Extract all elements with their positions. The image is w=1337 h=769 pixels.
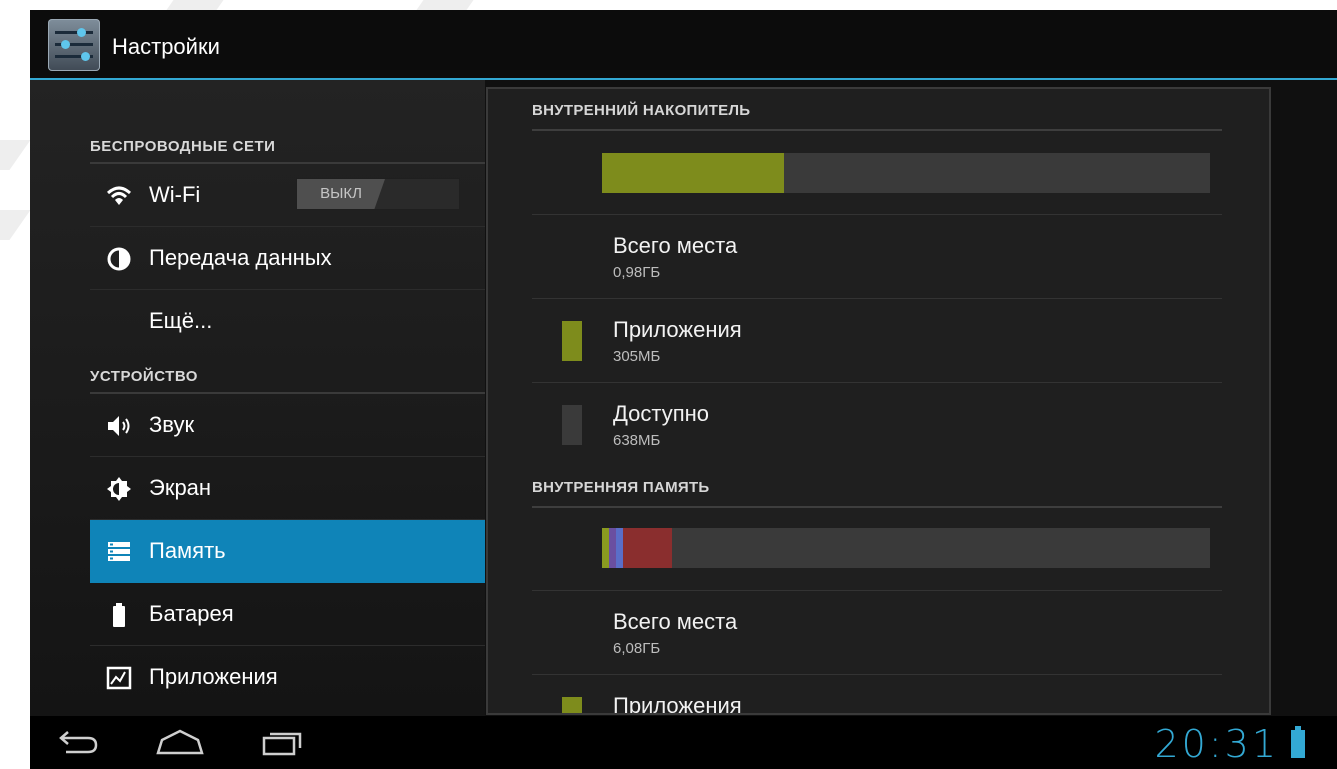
- settings-item-sound[interactable]: Звук: [90, 394, 485, 457]
- settings-item-label: Приложения: [149, 664, 278, 689]
- available-color-swatch: [562, 405, 582, 445]
- settings-sliders-icon[interactable]: [48, 19, 100, 71]
- android-screen: Настройки БЕСПРОВОДНЫЕ СЕТИ Wi-Fi ВЫКЛ П…: [30, 10, 1337, 769]
- memory-row-total[interactable]: Всего места 6,08ГБ: [532, 590, 1222, 674]
- apps-icon: [106, 666, 132, 690]
- row-title: Приложения: [613, 317, 742, 342]
- wifi-icon: [106, 186, 132, 205]
- memory-usage-segment-0: [602, 528, 609, 568]
- section-header-device: УСТРОЙСТВО: [90, 360, 485, 394]
- settings-item-display[interactable]: Экран: [90, 457, 485, 520]
- settings-item-storage[interactable]: Память: [90, 520, 485, 583]
- row-value: 0,98ГБ: [613, 264, 661, 281]
- section-header-wireless: БЕСПРОВОДНЫЕ СЕТИ: [90, 130, 485, 164]
- row-title: Всего места: [613, 233, 738, 258]
- settings-item-label: Wi-Fi: [149, 182, 201, 207]
- apps-color-swatch: [562, 697, 582, 713]
- battery-icon: [113, 603, 125, 627]
- internal-memory-usage-bar: [602, 528, 1210, 568]
- row-value: 305МБ: [613, 348, 661, 365]
- settings-item-battery[interactable]: Батарея: [90, 583, 485, 646]
- section-header-internal-storage: ВНУТРЕННИЙ НАКОПИТЕЛЬ: [532, 89, 1222, 131]
- row-title: Приложения: [613, 693, 742, 715]
- settings-item-label: Передача данных: [149, 245, 332, 270]
- settings-list: БЕСПРОВОДНЫЕ СЕТИ Wi-Fi ВЫКЛ Передача да…: [30, 80, 485, 716]
- battery-status-icon: [1291, 726, 1305, 758]
- row-value: 6,08ГБ: [613, 640, 661, 657]
- internal-storage-used-fill: [602, 153, 784, 193]
- system-nav-bar: 20:31: [30, 716, 1337, 769]
- settings-item-label: Память: [149, 538, 226, 563]
- home-icon[interactable]: [154, 726, 206, 760]
- action-bar: Настройки: [30, 10, 1337, 80]
- memory-usage-segment-1: [609, 528, 616, 568]
- recents-icon[interactable]: [258, 726, 310, 760]
- app-title: Настройки: [112, 34, 220, 59]
- brightness-icon: [107, 477, 131, 501]
- volume-icon: [108, 416, 130, 436]
- settings-item-label: Ещё...: [149, 308, 213, 333]
- back-icon[interactable]: [52, 726, 104, 760]
- memory-row-apps[interactable]: Приложения: [532, 674, 1222, 715]
- settings-item-data-usage[interactable]: Передача данных: [90, 227, 485, 290]
- storage-row-total[interactable]: Всего места 0,98ГБ: [532, 214, 1222, 298]
- status-clock: 20:31: [1154, 722, 1279, 766]
- data-usage-icon: [107, 247, 131, 271]
- settings-item-label: Звук: [149, 412, 195, 437]
- row-title: Доступно: [613, 401, 710, 426]
- internal-storage-usage-bar: [602, 153, 1210, 193]
- row-title: Всего места: [613, 609, 738, 634]
- storage-detail-pane: ВНУТРЕННИЙ НАКОПИТЕЛЬ Всего места 0,98ГБ…: [486, 87, 1271, 715]
- settings-item-label: Батарея: [149, 601, 234, 626]
- wifi-toggle-state: ВЫКЛ: [297, 179, 385, 209]
- wifi-toggle[interactable]: ВЫКЛ: [296, 178, 460, 210]
- storage-row-apps[interactable]: Приложения 305МБ: [532, 298, 1222, 382]
- section-header-internal-memory: ВНУТРЕННЯЯ ПАМЯТЬ: [532, 466, 1222, 508]
- row-value: 638МБ: [613, 432, 661, 449]
- memory-usage-segment-2: [616, 528, 623, 568]
- settings-item-wifi[interactable]: Wi-Fi ВЫКЛ: [90, 164, 485, 227]
- settings-item-more[interactable]: Ещё...: [90, 290, 485, 353]
- storage-row-available[interactable]: Доступно 638МБ: [532, 382, 1222, 466]
- settings-item-label: Экран: [149, 475, 212, 500]
- memory-usage-segment-3: [623, 528, 672, 568]
- settings-item-apps[interactable]: Приложения: [90, 646, 485, 709]
- storage-icon: [108, 542, 130, 561]
- apps-color-swatch: [562, 321, 582, 361]
